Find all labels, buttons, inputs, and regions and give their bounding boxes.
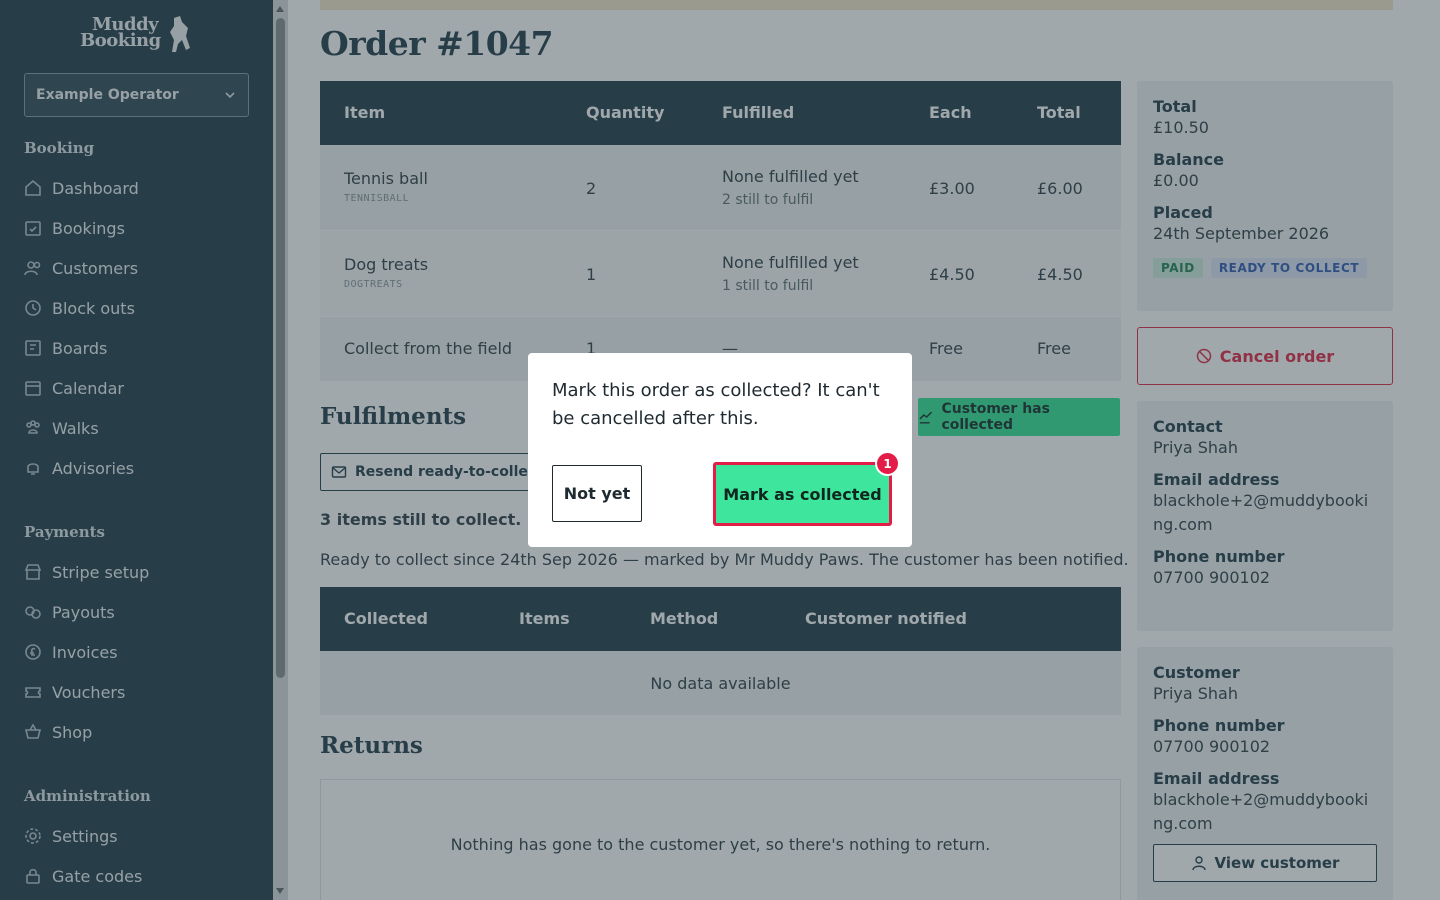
confirm-collected-dialog: Mark this order as collected? It can't b…: [528, 353, 912, 547]
dialog-message: Mark this order as collected? It can't b…: [552, 380, 880, 429]
mark-as-collected-button[interactable]: Mark as collected: [713, 462, 892, 526]
not-yet-button[interactable]: Not yet: [552, 465, 642, 522]
step-badge: 1: [875, 451, 900, 476]
